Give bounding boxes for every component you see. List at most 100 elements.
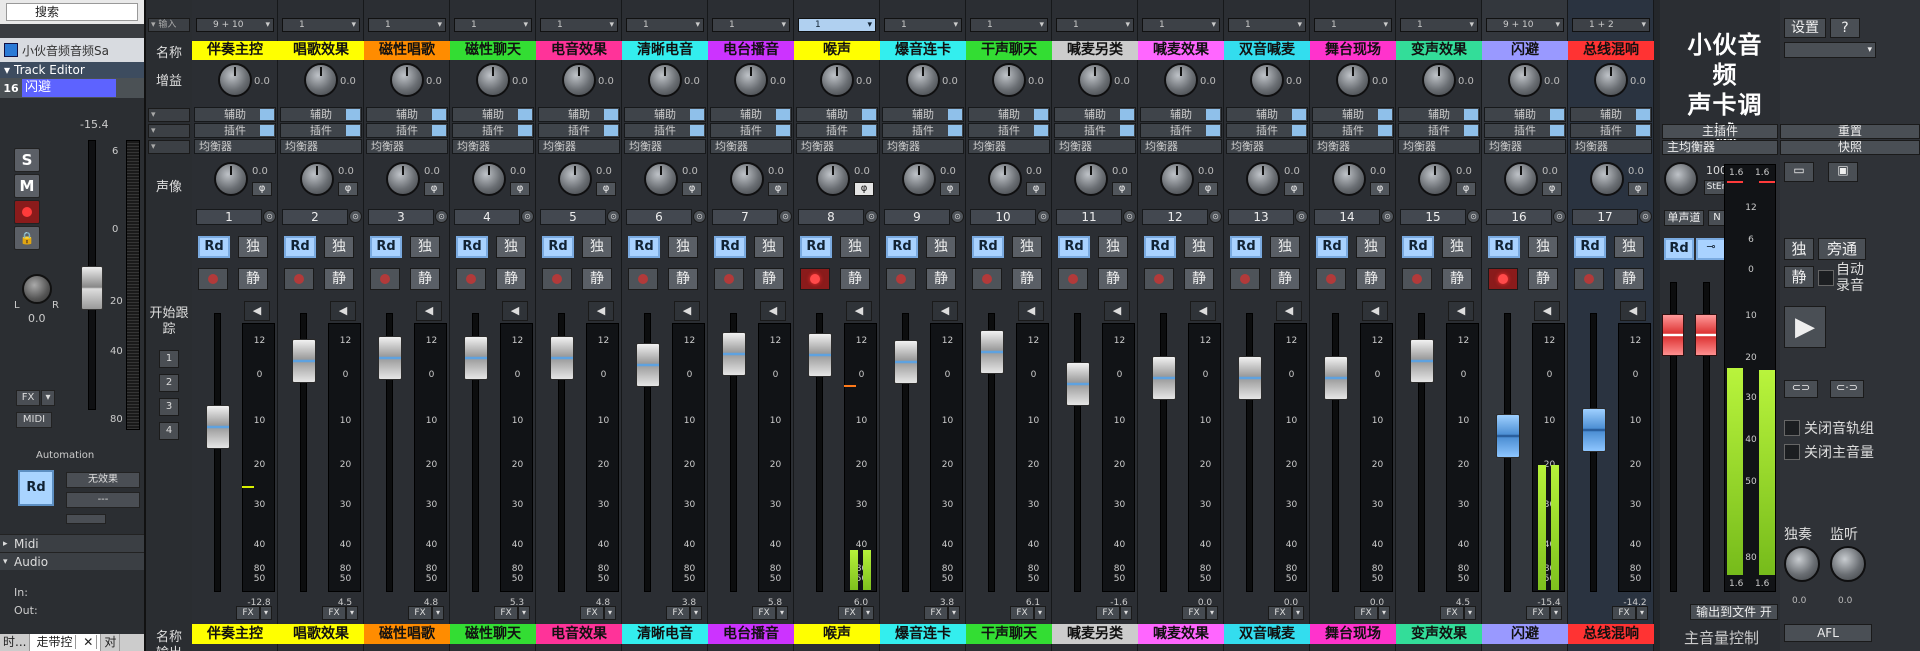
pan-knob[interactable] [386, 162, 420, 196]
gain-knob[interactable] [218, 63, 252, 97]
record-arm-button[interactable] [284, 268, 314, 290]
record-arm-button[interactable] [1316, 268, 1346, 290]
input-select[interactable]: 1 [712, 18, 790, 32]
fx-dropdown-icon[interactable]: ▾ [1034, 606, 1046, 620]
eq-button[interactable]: 均衡器 [1570, 139, 1652, 154]
unlink-group-icon[interactable]: ⊂·⊃ [1830, 380, 1864, 398]
bypass-button[interactable]: 旁通 [1818, 238, 1866, 260]
speaker-icon[interactable]: ◀ [846, 301, 872, 321]
solo-button[interactable]: 独 [1356, 236, 1386, 258]
pan-knob[interactable] [988, 162, 1022, 196]
phase-button[interactable]: φ [338, 182, 358, 196]
input-select[interactable]: 1 [1142, 18, 1220, 32]
speaker-icon[interactable]: ◀ [1534, 301, 1560, 321]
fader-handle[interactable] [636, 343, 660, 387]
channel-name[interactable]: 闪避 [1482, 41, 1568, 60]
plugin-button[interactable]: 插件 [1226, 123, 1308, 138]
read-button[interactable]: Rd [1230, 236, 1262, 258]
reset-view-button[interactable]: 重置 [1780, 124, 1920, 139]
master-rd-button[interactable]: Rd [1664, 238, 1694, 260]
record-arm-button[interactable] [456, 268, 486, 290]
aux-row-toggle[interactable]: ▾ [148, 108, 190, 122]
plugin-button[interactable]: 插件 [366, 123, 448, 138]
solo-button[interactable]: 独 [1528, 236, 1558, 258]
channel-name[interactable]: 变声效果 [1396, 41, 1482, 60]
tab-other[interactable]: 对 [101, 634, 121, 651]
eq-button[interactable]: 均衡器 [968, 139, 1050, 154]
aux-button[interactable]: 辅助 [1570, 107, 1652, 122]
eq-button[interactable]: 均衡器 [194, 139, 276, 154]
fx-button[interactable]: FX [1010, 606, 1034, 620]
channel-name[interactable]: 喊麦效果 [1138, 41, 1224, 60]
channel-options-icon[interactable]: ⊙ [1209, 210, 1222, 223]
phase-button[interactable]: φ [682, 182, 702, 196]
speaker-icon[interactable]: ◀ [502, 301, 528, 321]
read-button[interactable]: Rd [1058, 236, 1090, 258]
speaker-icon[interactable]: ◀ [1620, 301, 1646, 321]
channel-name[interactable]: 干声聊天 [966, 41, 1052, 60]
fx-dropdown-icon[interactable]: ▾ [41, 390, 55, 406]
mute-button[interactable]: 静 [1012, 268, 1042, 290]
record-arm-button[interactable] [972, 268, 1002, 290]
channel-name[interactable]: 爆音连卡 [880, 41, 966, 60]
aux-button[interactable]: 辅助 [280, 107, 362, 122]
track-editor-header[interactable]: ▾ Track Editor [0, 62, 144, 78]
input-select[interactable]: 9 + 10 [1486, 18, 1564, 32]
mute-button[interactable]: 静 [410, 268, 440, 290]
fx-button[interactable]: FX [1096, 606, 1120, 620]
mute-button[interactable]: 静 [1614, 268, 1644, 290]
eq-button[interactable]: 均衡器 [882, 139, 964, 154]
gain-knob[interactable] [734, 63, 768, 97]
aux-button[interactable]: 辅助 [366, 107, 448, 122]
record-button[interactable] [14, 200, 40, 224]
read-button[interactable]: Rd [1316, 236, 1348, 258]
speaker-icon[interactable]: ◀ [1276, 301, 1302, 321]
speaker-icon[interactable]: ◀ [760, 301, 786, 321]
tab-transport[interactable]: 走带控 ✕ [30, 634, 102, 651]
read-button[interactable]: Rd [886, 236, 918, 258]
speaker-icon[interactable]: ◀ [1362, 301, 1388, 321]
pan-knob[interactable] [644, 162, 678, 196]
channel-name[interactable]: 磁性聊天 [450, 41, 536, 60]
plugin-button[interactable]: 插件 [194, 123, 276, 138]
channel-name[interactable]: 唱歌效果 [278, 41, 364, 60]
fader-handle[interactable] [550, 336, 574, 380]
fader-track[interactable] [1074, 313, 1081, 592]
fader-track[interactable] [1160, 313, 1167, 592]
eq-button[interactable]: 均衡器 [366, 139, 448, 154]
phase-button[interactable]: φ [1456, 182, 1476, 196]
fx-dropdown-icon[interactable]: ▾ [518, 606, 530, 620]
fx-button[interactable]: FX [322, 606, 346, 620]
mute-button[interactable]: 静 [238, 268, 268, 290]
phase-button[interactable]: φ [1628, 182, 1648, 196]
plugin-button[interactable]: 插件 [1140, 123, 1222, 138]
preset-dropdown[interactable]: ▾ [1784, 42, 1876, 58]
fader-handle[interactable] [722, 332, 746, 376]
mute-button[interactable]: 静 [582, 268, 612, 290]
gain-knob[interactable] [390, 63, 424, 97]
channel-options-icon[interactable]: ⊙ [1037, 210, 1050, 223]
fader-track[interactable] [214, 313, 221, 592]
phase-button[interactable]: φ [854, 182, 874, 196]
solo-volume-knob[interactable] [1784, 546, 1820, 582]
input-select[interactable]: 1 [1056, 18, 1134, 32]
aux-button[interactable]: 辅助 [1226, 107, 1308, 122]
channel-options-icon[interactable]: ⊙ [779, 210, 792, 223]
plugin-button[interactable]: 插件 [624, 123, 706, 138]
plugin-button[interactable]: 插件 [452, 123, 534, 138]
phase-button[interactable]: φ [510, 182, 530, 196]
eq-button[interactable]: 均衡器 [1054, 139, 1136, 154]
fx-button[interactable]: FX [1268, 606, 1292, 620]
eq-button[interactable]: 均衡器 [452, 139, 534, 154]
record-arm-button[interactable] [1230, 268, 1260, 290]
link-group-icon[interactable]: ⊂⊃ [1784, 380, 1818, 398]
speaker-icon[interactable]: ◀ [674, 301, 700, 321]
aux-button[interactable]: 辅助 [710, 107, 792, 122]
solo-button[interactable]: 独 [1184, 236, 1214, 258]
pan-knob[interactable] [1074, 162, 1108, 196]
aux-button[interactable]: 辅助 [1312, 107, 1394, 122]
fx-dropdown-icon[interactable]: ▾ [776, 606, 788, 620]
gain-knob[interactable] [1508, 63, 1542, 97]
fx-button[interactable]: FX [236, 606, 260, 620]
phase-button[interactable]: φ [596, 182, 616, 196]
